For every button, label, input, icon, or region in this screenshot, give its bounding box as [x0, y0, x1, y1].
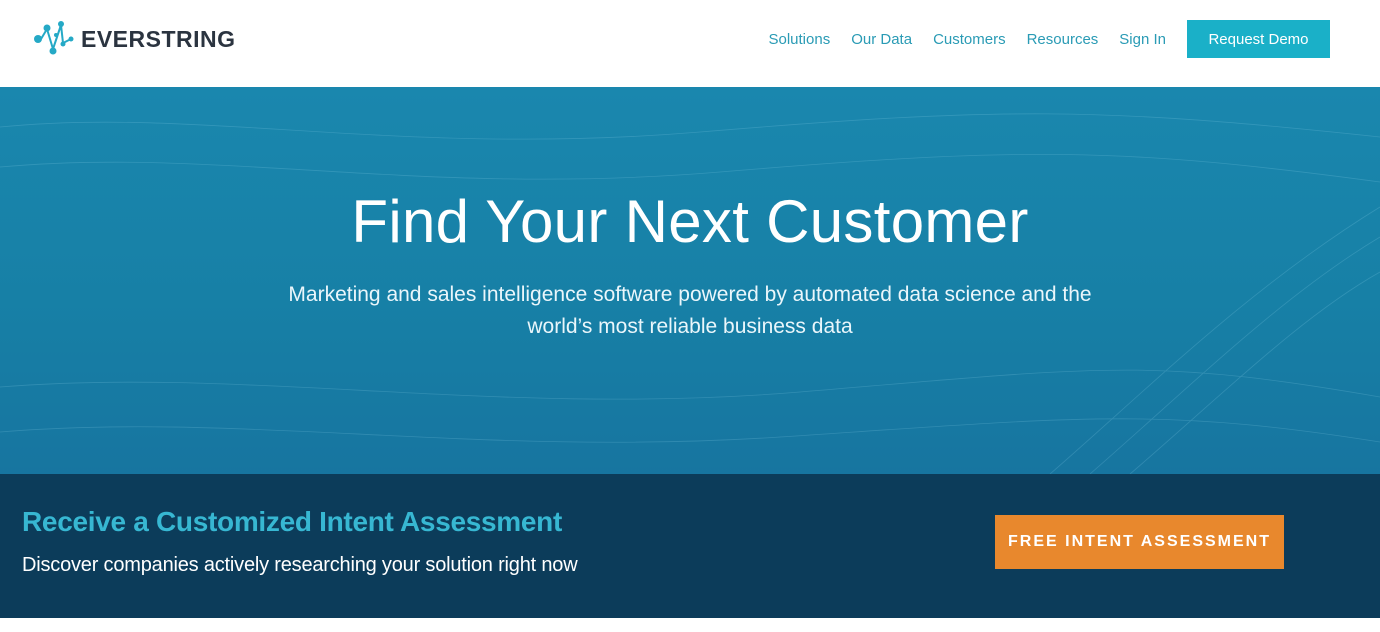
nav-resources[interactable]: Resources [1027, 31, 1099, 48]
free-intent-assessment-button[interactable]: FREE INTENT ASSESSMENT [995, 515, 1284, 569]
hero-title: Find Your Next Customer [351, 188, 1029, 255]
page: EVERSTRING Solutions Our Data Customers … [0, 0, 1380, 632]
brand-name: EVERSTRING [81, 25, 236, 52]
hero-subtitle: Marketing and sales intelligence softwar… [260, 279, 1120, 343]
site-header: EVERSTRING Solutions Our Data Customers … [0, 0, 1380, 87]
main-nav: Solutions Our Data Customers Resources S… [768, 20, 1330, 58]
hero-subtitle-line-1: Marketing and sales intelligence softwar… [288, 283, 1092, 306]
everstring-node-icon [34, 21, 74, 55]
nav-solutions[interactable]: Solutions [768, 31, 830, 48]
request-demo-button[interactable]: Request Demo [1187, 20, 1330, 58]
nav-sign-in[interactable]: Sign In [1119, 31, 1166, 48]
banner-title: Receive a Customized Intent Assessment [22, 506, 562, 537]
hero-section: Find Your Next Customer Marketing and sa… [0, 87, 1380, 474]
nav-customers[interactable]: Customers [933, 31, 1006, 48]
banner-subtitle: Discover companies actively researching … [22, 554, 578, 576]
hero-subtitle-line-2: world’s most reliable business data [527, 315, 853, 338]
nav-our-data[interactable]: Our Data [851, 31, 912, 48]
intent-banner: Receive a Customized Intent Assessment D… [0, 474, 1380, 618]
logo-link[interactable]: EVERSTRING [33, 18, 236, 60]
